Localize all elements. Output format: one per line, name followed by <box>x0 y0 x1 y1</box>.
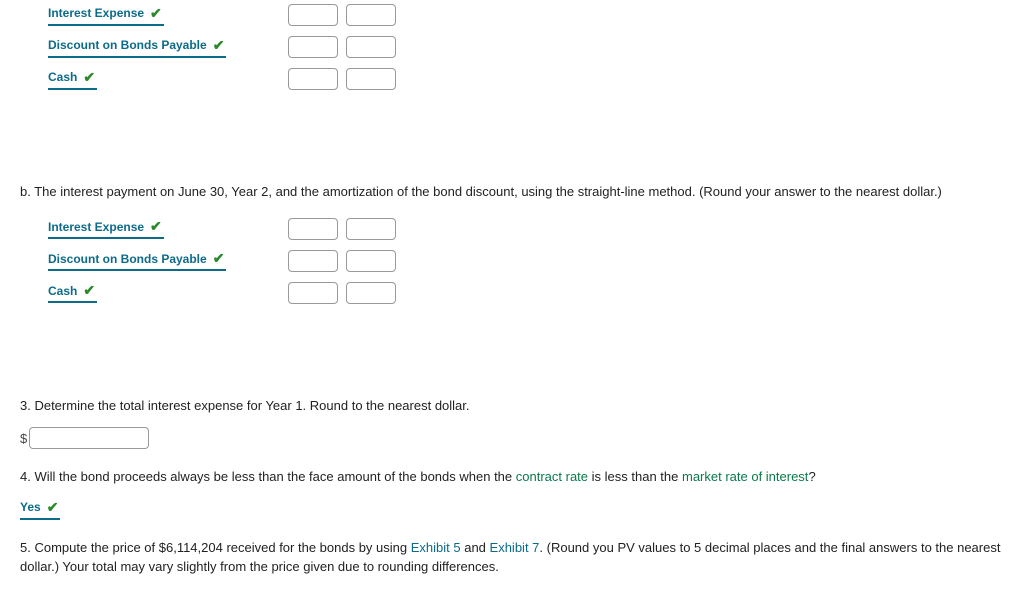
check-icon: ✔ <box>83 282 95 299</box>
debit-input[interactable] <box>288 68 338 90</box>
check-icon: ✔ <box>47 499 59 516</box>
account-label: Discount on Bonds Payable <box>48 252 207 266</box>
link-exhibit-5[interactable]: Exhibit 5 <box>411 540 461 555</box>
account-select-discount-bonds[interactable]: Discount on Bonds Payable ✔ <box>48 37 226 58</box>
account-select-cash[interactable]: Cash ✔ <box>48 282 97 303</box>
currency-symbol: $ <box>20 431 27 446</box>
question-3-prompt: 3. Determine the total interest expense … <box>20 396 1003 416</box>
debit-input[interactable] <box>288 4 338 26</box>
credit-input[interactable] <box>346 4 396 26</box>
account-label: Cash <box>48 284 77 298</box>
entry-row: Discount on Bonds Payable ✔ <box>48 32 1003 62</box>
check-icon: ✔ <box>213 250 225 267</box>
question-4-prompt: 4. Will the bond proceeds always be less… <box>20 467 1003 487</box>
credit-input[interactable] <box>346 282 396 304</box>
check-icon: ✔ <box>150 5 162 22</box>
question-3-answer-row: $ <box>20 427 1003 449</box>
debit-input[interactable] <box>288 282 338 304</box>
credit-input[interactable] <box>346 250 396 272</box>
term-contract-rate: contract rate <box>516 469 588 484</box>
check-icon: ✔ <box>83 69 95 86</box>
entry-row: Discount on Bonds Payable ✔ <box>48 246 1003 276</box>
account-label: Interest Expense <box>48 6 144 20</box>
credit-input[interactable] <box>346 218 396 240</box>
debit-input[interactable] <box>288 36 338 58</box>
credit-input[interactable] <box>346 36 396 58</box>
check-icon: ✔ <box>150 218 162 235</box>
account-label: Discount on Bonds Payable <box>48 38 207 52</box>
account-label: Cash <box>48 70 77 84</box>
account-label: Interest Expense <box>48 220 144 234</box>
term-market-rate: market rate of interest <box>682 469 808 484</box>
account-select-discount-bonds[interactable]: Discount on Bonds Payable ✔ <box>48 250 226 271</box>
question-5-prompt: 5. Compute the price of $6,114,204 recei… <box>20 538 1003 577</box>
credit-input[interactable] <box>346 68 396 90</box>
entry-row: Cash ✔ <box>48 278 1003 308</box>
debit-input[interactable] <box>288 250 338 272</box>
check-icon: ✔ <box>213 37 225 54</box>
entry-row: Interest Expense ✔ <box>48 0 1003 30</box>
total-interest-input[interactable] <box>29 427 149 449</box>
answer-label: Yes <box>20 500 41 514</box>
link-exhibit-7[interactable]: Exhibit 7 <box>490 540 540 555</box>
question-4-answer-select[interactable]: Yes ✔ <box>20 499 60 520</box>
debit-input[interactable] <box>288 218 338 240</box>
account-select-interest-expense[interactable]: Interest Expense ✔ <box>48 218 164 239</box>
journal-entry-block-a: Interest Expense ✔ Discount on Bonds Pay… <box>48 0 1003 94</box>
question-b-prompt: b. The interest payment on June 30, Year… <box>20 182 1003 202</box>
entry-row: Interest Expense ✔ <box>48 214 1003 244</box>
entry-row: Cash ✔ <box>48 64 1003 94</box>
journal-entry-block-b: Interest Expense ✔ Discount on Bonds Pay… <box>48 214 1003 308</box>
account-select-cash[interactable]: Cash ✔ <box>48 69 97 90</box>
account-select-interest-expense[interactable]: Interest Expense ✔ <box>48 5 164 26</box>
